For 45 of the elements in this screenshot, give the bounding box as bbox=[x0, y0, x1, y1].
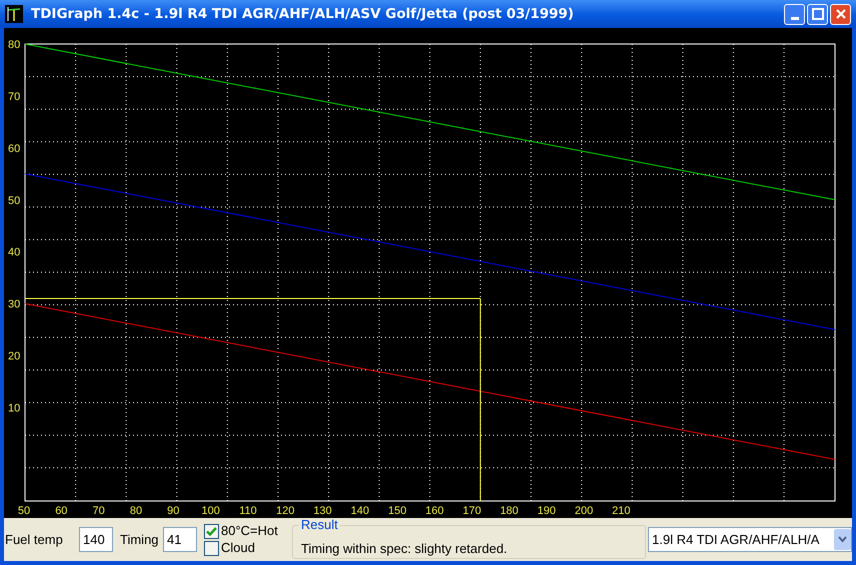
y-tick-label: 50 bbox=[8, 194, 20, 207]
fuel-temp-input[interactable]: 140 bbox=[79, 527, 113, 552]
x-tick-label: 80 bbox=[130, 505, 142, 517]
y-tick-label: 70 bbox=[8, 90, 20, 103]
fuel-temp-label: Fuel temp bbox=[5, 530, 64, 549]
x-tick-label: 130 bbox=[313, 505, 332, 517]
x-tick-label: 90 bbox=[167, 505, 180, 517]
result-text: Timing within spec: slighty retarded. bbox=[301, 541, 508, 556]
y-tick-label: 40 bbox=[8, 246, 20, 259]
y-tick-label: 30 bbox=[8, 298, 20, 311]
timing-input[interactable]: 41 bbox=[163, 527, 197, 552]
y-tick-label: 20 bbox=[8, 350, 20, 363]
checkbox-label: Cloud bbox=[221, 539, 255, 558]
timing-label: Timing bbox=[120, 530, 160, 549]
x-tick-label: 60 bbox=[55, 505, 68, 517]
x-tick-label: 160 bbox=[425, 505, 444, 517]
x-tick-label: 180 bbox=[500, 505, 518, 517]
x-tick-label: 110 bbox=[239, 505, 257, 517]
x-tick-label: 50 bbox=[18, 505, 30, 517]
result-title: Result bbox=[299, 518, 340, 531]
x-tick-label: 70 bbox=[92, 505, 105, 517]
engine-dropdown[interactable]: 1.9l R4 TDI AGR/AHF/ALH/A bbox=[648, 527, 852, 552]
x-tick-label: 210 bbox=[612, 505, 630, 517]
y-tick-label: 80 bbox=[8, 39, 20, 51]
x-tick-label: 100 bbox=[201, 505, 220, 517]
y-tick-label: 10 bbox=[8, 402, 20, 415]
checkbox-label: 80°C=Hot bbox=[221, 522, 278, 540]
app-icon bbox=[5, 5, 23, 23]
x-tick-label: 200 bbox=[574, 505, 594, 517]
x-tick-label: 190 bbox=[537, 505, 556, 517]
checkbox[interactable] bbox=[204, 540, 219, 556]
x-tick-label: 170 bbox=[462, 505, 482, 517]
x-tick-label: 140 bbox=[350, 505, 370, 517]
x-tick-label: 150 bbox=[388, 505, 406, 517]
maximize-icon bbox=[812, 8, 824, 20]
checkbox[interactable] bbox=[204, 524, 219, 538]
close-icon bbox=[834, 8, 846, 20]
x-tick-label: 120 bbox=[276, 505, 294, 517]
close-button[interactable] bbox=[830, 4, 851, 24]
maximize-button[interactable] bbox=[807, 4, 828, 24]
window-title: TDIGraph 1.4c - 1.9l R4 TDI AGR/AHF/ALH/ASV Golf/Jetta (post 03/1999) bbox=[31, 4, 574, 24]
minimize-button[interactable] bbox=[784, 4, 805, 24]
y-tick-label: 60 bbox=[8, 142, 20, 155]
engine-value: 1.9l R4 TDI AGR/AHF/ALH/A bbox=[651, 530, 820, 549]
minimize-icon bbox=[790, 16, 798, 20]
